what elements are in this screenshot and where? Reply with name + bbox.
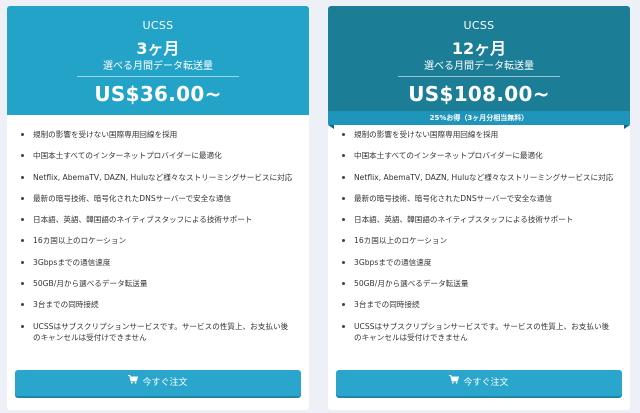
plan-term: 12ヶ月 [451, 39, 507, 58]
feature-item: 中国本土すべてのインターネットプロバイダーに最適化 [21, 150, 309, 161]
feature-item: UCSSはサブスクリプションサービスです。サービスの性質上、お支払い後のキャンセ… [342, 321, 630, 343]
plan-header: UCSS 3ヶ月 選べる月間データ転送量 US$36.00~ [7, 6, 309, 115]
plan-card-3-months: UCSS 3ヶ月 選べる月間データ転送量 US$36.00~ 規制の影響を受けな… [7, 6, 309, 410]
discount-badge: 25%お得（3ヶ月分相当無料） [328, 111, 630, 125]
order-now-button[interactable]: 今すぐ注文 [15, 370, 301, 396]
shopping-cart-icon [128, 369, 139, 395]
plan-subtitle: 選べる月間データ転送量 [103, 61, 213, 72]
feature-item: Netflix, AbemaTV, DAZN, Huluなど様々なストリーミング… [21, 172, 309, 183]
plan-term: 3ヶ月 [136, 39, 180, 58]
plan-product-name: UCSS [463, 19, 495, 32]
feature-item: 3Gbpsまでの通信速度 [342, 257, 630, 268]
plan-price: US$36.00~ [94, 82, 222, 106]
feature-item: 日本語、英語、韓国語のネイティブスタッフによる技術サポート [21, 214, 309, 225]
plan-product-name: UCSS [142, 19, 174, 32]
plan-card-12-months: UCSS 12ヶ月 選べる月間データ転送量 US$108.00~ 25%お得（3… [328, 6, 630, 410]
feature-item: 規制の影響を受けない国際専用回線を採用 [342, 129, 630, 140]
feature-item: 3台までの同時接続 [342, 299, 630, 310]
feature-item: 16カ国以上のロケーション [342, 235, 630, 246]
discount-ribbon: 25%お得（3ヶ月分相当無料） [328, 111, 630, 129]
feature-list: 規制の影響を受けない国際専用回線を採用 中国本土すべてのインターネットプロバイダ… [7, 129, 309, 353]
feature-item: 日本語、英語、韓国語のネイティブスタッフによる技術サポート [342, 214, 630, 225]
pricing-plans: UCSS 3ヶ月 選べる月間データ転送量 US$36.00~ 規制の影響を受けな… [0, 0, 640, 413]
plan-subtitle: 選べる月間データ転送量 [424, 61, 534, 72]
order-button-label: 今すぐ注文 [142, 378, 188, 388]
feature-item: 中国本土すべてのインターネットプロバイダーに最適化 [342, 150, 630, 161]
feature-item: 規制の影響を受けない国際専用回線を採用 [21, 129, 309, 140]
feature-item: Netflix, AbemaTV, DAZN, Huluなど様々なストリーミング… [342, 172, 630, 183]
feature-item: 16カ国以上のロケーション [21, 235, 309, 246]
feature-item: 最新の暗号技術、暗号化されたDNSサーバーで安全な通信 [342, 193, 630, 204]
header-divider [77, 76, 239, 77]
shopping-cart-icon [449, 369, 460, 395]
plan-price: US$108.00~ [408, 82, 550, 106]
order-button-label: 今すぐ注文 [463, 378, 509, 388]
feature-item: 3台までの同時接続 [21, 299, 309, 310]
feature-item: UCSSはサブスクリプションサービスです。サービスの性質上、お支払い後のキャンセ… [21, 321, 309, 343]
feature-item: 50GB/月から選べるデータ転送量 [342, 278, 630, 289]
feature-item: 50GB/月から選べるデータ転送量 [21, 278, 309, 289]
order-now-button[interactable]: 今すぐ注文 [336, 370, 622, 396]
plan-header: UCSS 12ヶ月 選べる月間データ転送量 US$108.00~ [328, 6, 630, 115]
feature-item: 3Gbpsまでの通信速度 [21, 257, 309, 268]
feature-item: 最新の暗号技術、暗号化されたDNSサーバーで安全な通信 [21, 193, 309, 204]
feature-list: 規制の影響を受けない国際専用回線を採用 中国本土すべてのインターネットプロバイダ… [328, 129, 630, 353]
header-divider [398, 76, 560, 77]
